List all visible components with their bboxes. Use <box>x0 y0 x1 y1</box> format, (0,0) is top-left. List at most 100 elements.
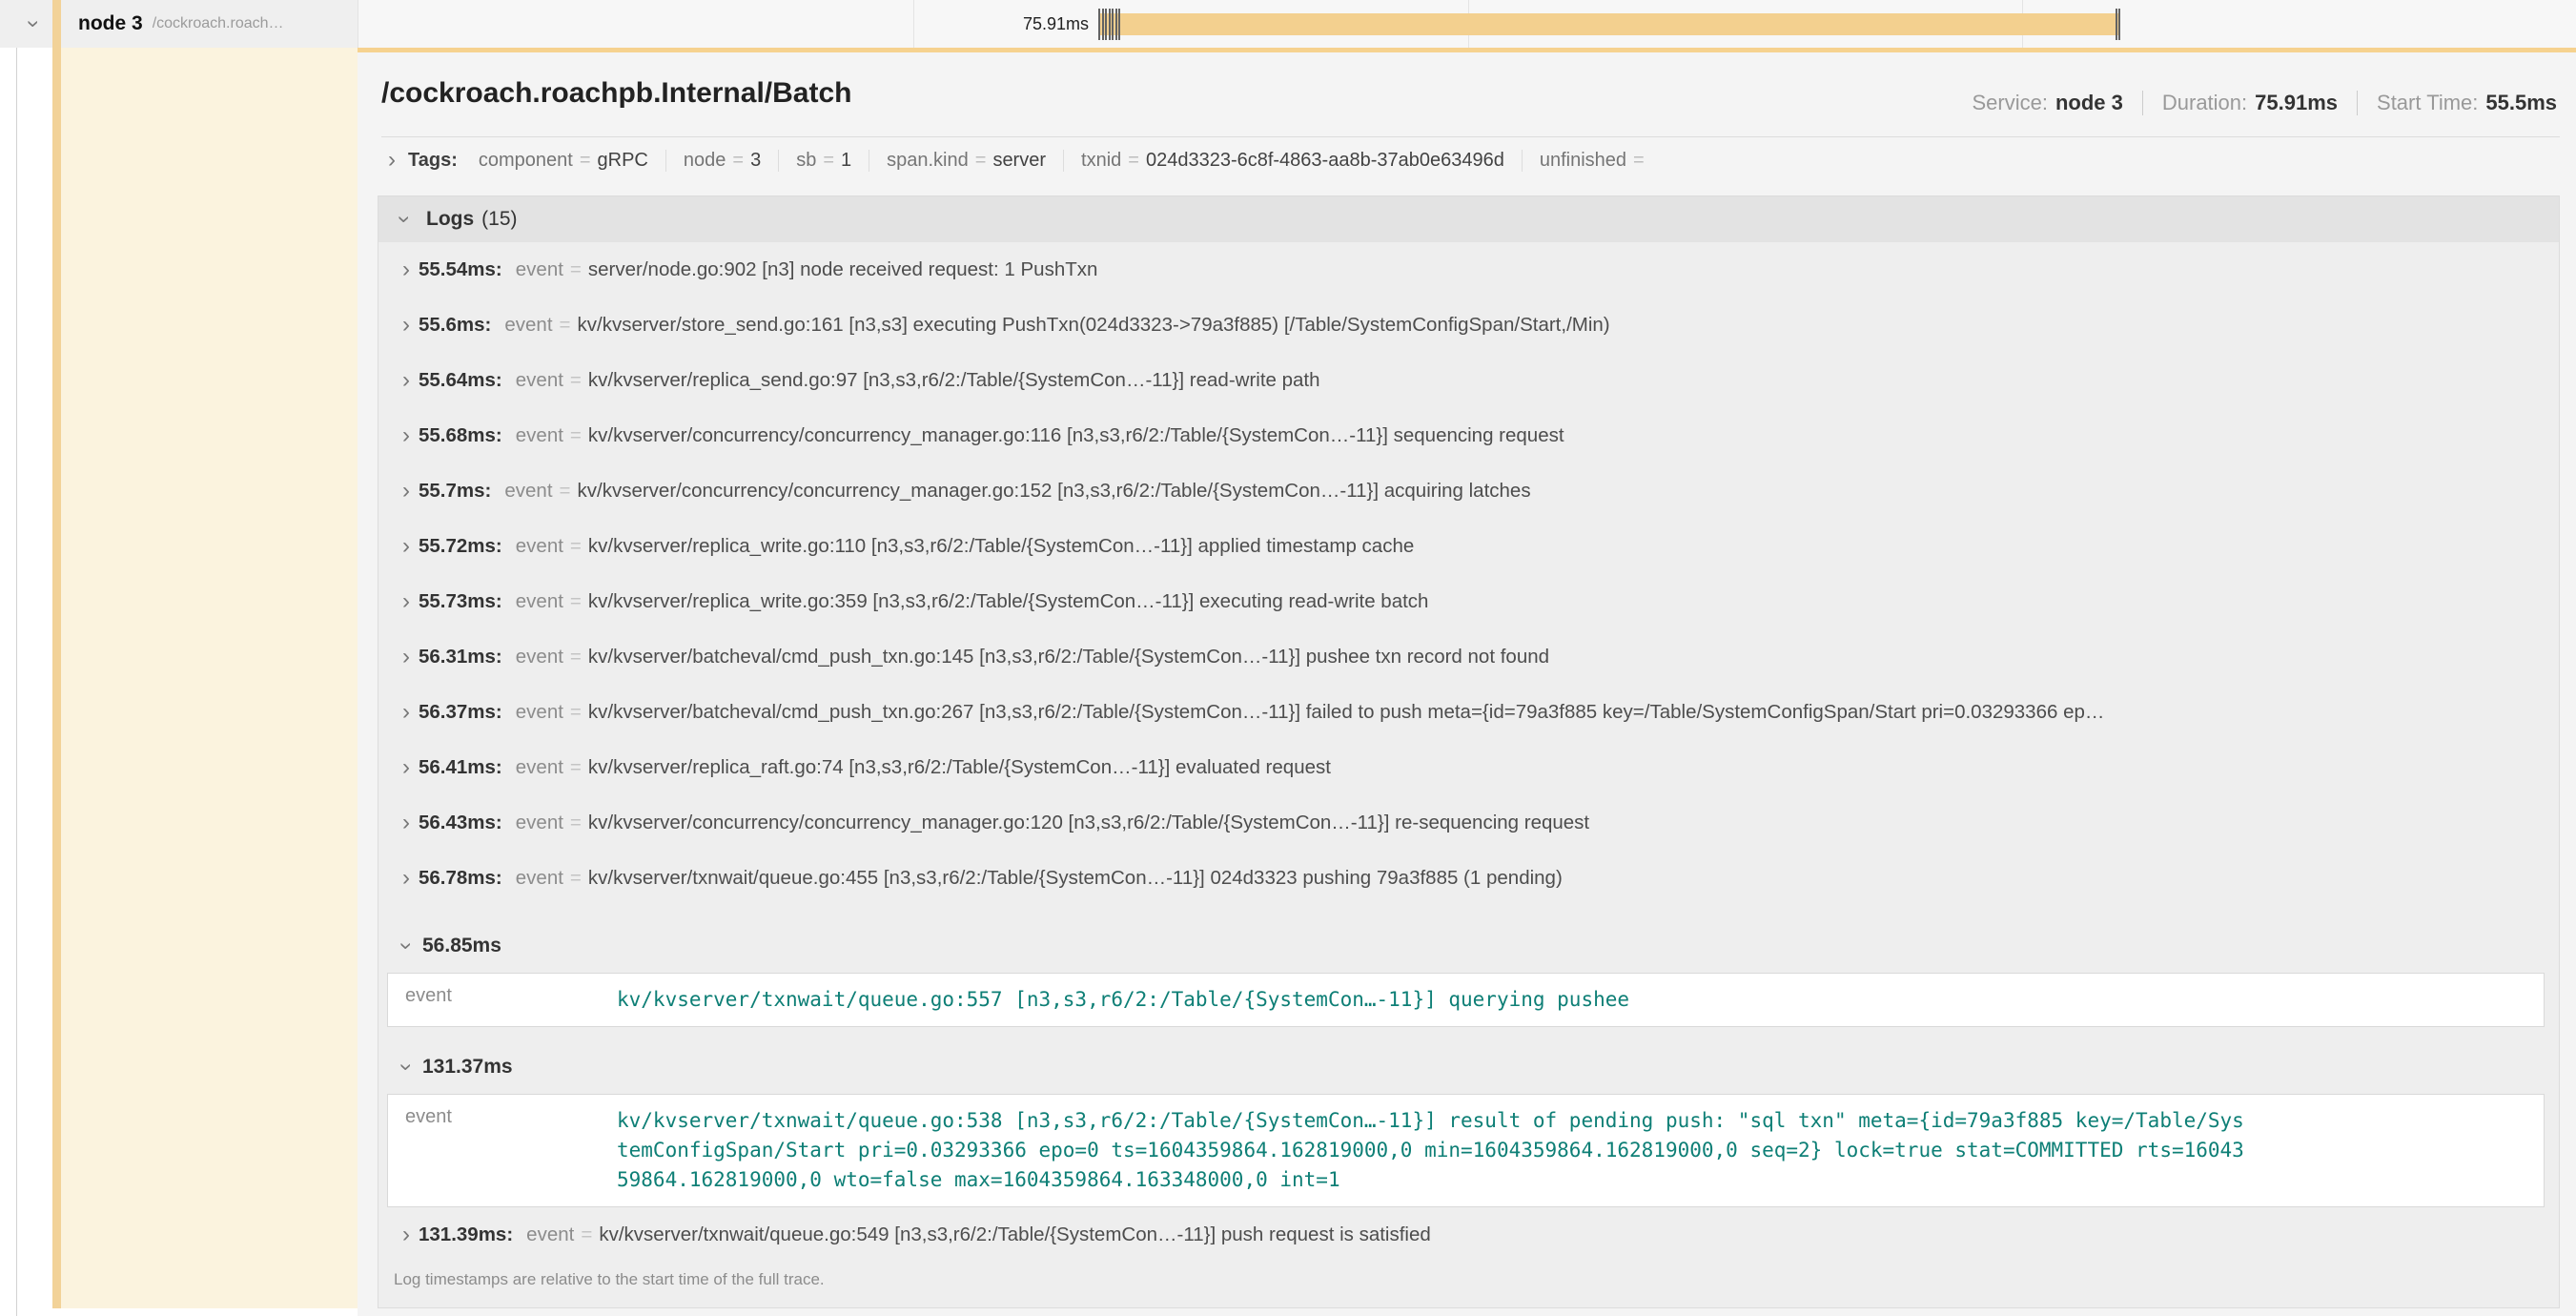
tag-key: unfinished <box>1540 150 1626 172</box>
log-field-value: kv/kvserver/txnwait/queue.go:557 [n3,s3,… <box>617 985 2247 1015</box>
log-expanded-header[interactable]: 56.85ms <box>378 919 2559 973</box>
log-marker-tick <box>1115 9 1117 40</box>
chevron-right-icon[interactable] <box>394 645 419 669</box>
meta-duration-label: Duration: <box>2162 91 2247 115</box>
log-row[interactable]: 55.72ms: event = kv/kvserver/replica_wri… <box>378 519 2559 574</box>
chevron-right-icon[interactable] <box>394 589 419 614</box>
timeline-track[interactable]: 75.91ms <box>358 0 2576 48</box>
log-row[interactable]: 56.43ms: event = kv/kvserver/concurrency… <box>378 795 2559 851</box>
span-detail-panel: /cockroach.roachpb.Internal/Batch Servic… <box>358 48 2576 1316</box>
tag-value: server <box>992 150 1046 172</box>
log-message: kv/kvserver/concurrency/concurrency_mana… <box>588 424 1564 447</box>
chevron-down-icon[interactable] <box>394 934 419 958</box>
log-equals-sign: = <box>581 1223 592 1246</box>
log-row[interactable]: 56.41ms: event = kv/kvserver/replica_raf… <box>378 740 2559 795</box>
log-field-key: event <box>516 590 563 613</box>
chevron-right-icon[interactable] <box>394 423 419 448</box>
log-equals-sign: = <box>570 535 582 558</box>
logs-section-header[interactable]: Logs (15) <box>378 196 2559 242</box>
tag-equals-sign: = <box>1633 150 1645 172</box>
log-marker-tick <box>1109 9 1111 40</box>
log-row[interactable]: 56.78ms: event = kv/kvserver/txnwait/que… <box>378 851 2559 906</box>
logs-footer-note: Log timestamps are relative to the start… <box>378 1263 2559 1295</box>
log-timestamp: 56.78ms: <box>419 867 502 890</box>
tags-list: component = gRPC node = 3 sb = 1 <box>461 150 1668 172</box>
tag-equals-sign: = <box>1128 150 1139 172</box>
chevron-right-icon[interactable] <box>394 700 419 725</box>
log-marker-tick <box>2118 9 2120 40</box>
log-expanded-header[interactable]: 131.37ms <box>378 1040 2559 1094</box>
log-field-key: event <box>516 424 563 447</box>
chevron-right-icon[interactable] <box>394 1223 419 1247</box>
tag-key: component <box>479 150 573 172</box>
log-marker-tick <box>1102 9 1104 40</box>
log-entry-expanded: 56.85ms event kv/kvserver/txnwait/queue.… <box>378 919 2559 1027</box>
log-row[interactable]: 56.37ms: event = kv/kvserver/batcheval/c… <box>378 685 2559 740</box>
log-row[interactable]: 55.64ms: event = kv/kvserver/replica_sen… <box>378 353 2559 408</box>
chevron-right-icon[interactable] <box>394 479 419 504</box>
log-message: kv/kvserver/store_send.go:161 [n3,s3] ex… <box>578 314 1610 337</box>
log-row[interactable]: 56.31ms: event = kv/kvserver/batcheval/c… <box>378 629 2559 685</box>
tag-value: 1 <box>841 150 851 172</box>
log-field-key: event <box>388 985 617 1015</box>
span-detail-title: /cockroach.roachpb.Internal/Batch <box>381 77 851 110</box>
log-row[interactable]: 55.54ms: event = server/node.go:902 [n3]… <box>378 242 2559 298</box>
log-field-key: event <box>526 1223 574 1246</box>
chevron-right-icon[interactable] <box>394 534 419 559</box>
tag-item: txnid = 024d3323-6c8f-4863-aa8b-37ab0e63… <box>1063 150 1522 172</box>
tag-equals-sign: = <box>975 150 987 172</box>
log-row[interactable]: 55.7ms: event = kv/kvserver/concurrency/… <box>378 463 2559 519</box>
title-divider <box>381 136 2560 137</box>
chevron-right-icon[interactable] <box>394 755 419 780</box>
log-detail-card: event kv/kvserver/txnwait/queue.go:557 [… <box>387 973 2545 1027</box>
meta-start-value: 55.5ms <box>2485 91 2557 115</box>
tag-key: span.kind <box>887 150 969 172</box>
chevron-right-icon[interactable] <box>394 257 419 282</box>
log-timestamp: 56.85ms <box>422 935 501 957</box>
log-message: server/node.go:902 [n3] node received re… <box>588 258 1097 281</box>
log-message: kv/kvserver/concurrency/concurrency_mana… <box>588 812 1589 834</box>
log-field-key: event <box>516 646 563 668</box>
log-timestamp: 55.7ms: <box>419 480 491 503</box>
log-message: kv/kvserver/batcheval/cmd_push_txn.go:26… <box>588 701 2104 724</box>
log-timestamp: 55.6ms: <box>419 314 491 337</box>
chevron-right-icon[interactable] <box>394 313 419 338</box>
log-field-key: event <box>504 480 552 503</box>
tags-row[interactable]: Tags: component = gRPC node = 3 <box>379 148 1668 173</box>
log-row[interactable]: 55.68ms: event = kv/kvserver/concurrency… <box>378 408 2559 463</box>
log-timestamp: 131.37ms <box>422 1056 513 1079</box>
chevron-down-icon[interactable] <box>394 1055 419 1080</box>
log-equals-sign: = <box>570 369 582 392</box>
chevron-right-icon[interactable] <box>379 148 404 173</box>
tag-value: gRPC <box>598 150 648 172</box>
log-marker-tick <box>1118 9 1120 40</box>
span-row[interactable]: node 3 /cockroach.roach… 75.91ms <box>0 0 2576 48</box>
chevron-down-icon[interactable] <box>392 207 417 232</box>
tag-value: 3 <box>750 150 761 172</box>
chevron-down-icon[interactable] <box>21 11 46 36</box>
log-field-key: event <box>504 314 552 337</box>
log-row[interactable]: 55.6ms: event = kv/kvserver/store_send.g… <box>378 298 2559 353</box>
span-bar[interactable] <box>1098 13 2118 35</box>
log-timestamp: 131.39ms: <box>419 1223 513 1246</box>
selected-span-column-highlight <box>61 48 358 1308</box>
tag-item: component = gRPC <box>461 150 665 172</box>
log-marker-tick <box>1105 9 1107 40</box>
span-detail-meta: Service: node 3 Duration: 75.91ms Start … <box>1972 91 2557 115</box>
log-field-key: event <box>516 701 563 724</box>
log-row[interactable]: 131.39ms: event = kv/kvserver/txnwait/qu… <box>378 1207 2559 1263</box>
log-message: kv/kvserver/replica_send.go:97 [n3,s3,r6… <box>588 369 1320 392</box>
log-message: kv/kvserver/replica_write.go:110 [n3,s3,… <box>588 535 1414 558</box>
log-message: kv/kvserver/txnwait/queue.go:549 [n3,s3,… <box>599 1223 1430 1246</box>
chevron-right-icon[interactable] <box>394 368 419 393</box>
tag-key: sb <box>796 150 816 172</box>
tag-value: 024d3323-6c8f-4863-aa8b-37ab0e63496d <box>1146 150 1504 172</box>
log-message: kv/kvserver/txnwait/queue.go:455 [n3,s3,… <box>588 867 1563 890</box>
log-timestamp: 56.37ms: <box>419 701 502 724</box>
log-row[interactable]: 55.73ms: event = kv/kvserver/replica_wri… <box>378 574 2559 629</box>
chevron-right-icon[interactable] <box>394 866 419 891</box>
chevron-right-icon[interactable] <box>394 811 419 835</box>
span-duration-label: 75.91ms <box>358 0 1089 48</box>
log-equals-sign: = <box>570 701 582 724</box>
meta-duration: Duration: 75.91ms <box>2142 91 2338 115</box>
